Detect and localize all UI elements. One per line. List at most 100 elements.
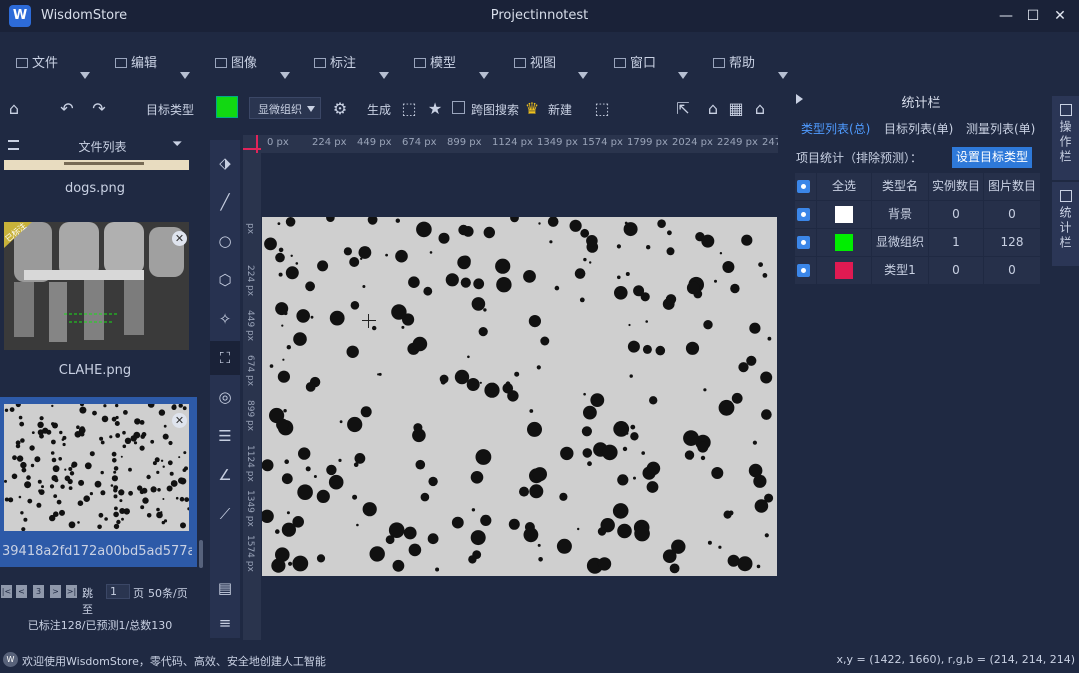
stats-panel: 统计栏 类型列表(总) 目标列表(单) 测量列表(单) 项目统计（排除预测）： … xyxy=(795,86,1047,640)
star-icon[interactable]: ★ xyxy=(425,99,445,119)
title-bar: W WisdomStore Projectinnotest — ☐ ✕ xyxy=(0,0,1079,32)
first-page-button[interactable]: |< xyxy=(1,585,12,598)
line-tool-icon[interactable]: ╱ xyxy=(215,192,235,212)
grid-icon[interactable]: ▦ xyxy=(726,99,746,119)
next-page-button[interactable]: > xyxy=(50,585,61,598)
tab-operations[interactable]: 操作栏 xyxy=(1052,96,1079,180)
last-page-button[interactable]: >| xyxy=(66,585,77,598)
table-row[interactable]: 背景 0 0 xyxy=(795,201,1040,228)
target-type-label: 目标类型 xyxy=(146,103,195,117)
menu-edit[interactable]: 编辑 xyxy=(115,52,157,71)
tab-statistics[interactable]: 统计栏 xyxy=(1052,182,1079,266)
calculator-tool-icon[interactable]: ▤ xyxy=(215,578,235,598)
micrograph-image xyxy=(262,217,777,576)
redo-icon[interactable]: ↷ xyxy=(89,99,109,119)
close-icon[interactable]: ✕ xyxy=(172,231,187,246)
welcome-message: 欢迎使用WisdomStore，零代码、高效、安全地创建人工智能 xyxy=(22,655,326,668)
tab-type-list[interactable]: 类型列表(总) xyxy=(801,120,870,137)
view-icon xyxy=(514,58,526,68)
file-list-scrollbar[interactable] xyxy=(199,540,203,568)
chart-tool-icon[interactable]: ⟋ xyxy=(215,504,235,524)
eye-icon[interactable] xyxy=(797,264,810,277)
home-icon[interactable]: ⌂ xyxy=(4,99,24,119)
minimize-button[interactable]: — xyxy=(996,6,1016,26)
new-label[interactable]: 新建 xyxy=(548,101,572,118)
crosshair-cursor-icon xyxy=(362,314,376,328)
menu-file[interactable]: 文件 xyxy=(16,52,58,71)
tab-measure-list[interactable]: 测量列表(单) xyxy=(966,120,1035,137)
selected-thumbnail[interactable] xyxy=(4,404,189,531)
menu-view-dropdown-icon[interactable] xyxy=(578,72,588,79)
type-select[interactable]: 显微组织 xyxy=(249,97,321,119)
set-target-type-button[interactable]: 设置目标类型 xyxy=(952,147,1032,168)
type-color-swatch[interactable] xyxy=(835,234,853,251)
dogs-thumbnail[interactable] xyxy=(4,160,189,170)
menu-file-dropdown-icon[interactable] xyxy=(80,72,90,79)
close-icon[interactable]: ✕ xyxy=(172,413,187,428)
menu-view[interactable]: 视图 xyxy=(514,52,556,71)
crown-icon[interactable]: ♛ xyxy=(522,99,542,119)
type-color-swatch[interactable] xyxy=(216,96,238,118)
page-number-input[interactable]: 1 xyxy=(106,584,130,599)
page-unit-label: 页 xyxy=(133,587,144,600)
undo-icon[interactable]: ↶ xyxy=(57,99,77,119)
eye-icon[interactable] xyxy=(797,180,810,193)
list-tool-icon[interactable]: ≡ xyxy=(215,613,235,633)
image-canvas[interactable] xyxy=(262,217,777,576)
menu-window[interactable]: 窗口 xyxy=(614,52,656,71)
tag-tool-icon[interactable]: ⬗ xyxy=(215,153,235,173)
ai-detect-tool-icon[interactable]: ◎ xyxy=(215,387,235,407)
file-name-clahe[interactable]: CLAHE.png xyxy=(0,363,190,378)
smart-select-tool-icon[interactable]: ⛶ xyxy=(210,341,240,375)
project-stats-label: 项目统计（排除预测）： xyxy=(796,151,923,165)
eye-icon[interactable] xyxy=(797,208,810,221)
settings-gear-icon[interactable]: ⚙ xyxy=(330,99,350,119)
house-search-icon[interactable]: ⌂ xyxy=(703,99,723,119)
bounding-box-icon[interactable]: ⬚ xyxy=(399,99,419,119)
cross-search-label: 跨图搜索 xyxy=(471,103,520,117)
circle-tool-icon[interactable]: ○ xyxy=(215,231,235,251)
tab-target-list[interactable]: 目标列表(单) xyxy=(884,120,953,137)
filter-icon[interactable]: ⏷ xyxy=(172,137,182,152)
eye-icon[interactable] xyxy=(797,236,810,249)
edit-icon xyxy=(115,58,127,68)
type-color-swatch[interactable] xyxy=(835,262,853,279)
magic-wand-icon[interactable]: ✧ xyxy=(215,309,235,329)
menu-annotate[interactable]: 标注 xyxy=(314,52,356,71)
maximize-button[interactable]: ☐ xyxy=(1023,6,1043,26)
jump-label: 跳至 xyxy=(82,587,93,616)
top-ruler: 0 px 224 px 449 px 674 px 899 px 1124 px… xyxy=(243,135,778,153)
house-settings-icon[interactable]: ⌂ xyxy=(750,99,770,119)
save-icon xyxy=(1059,104,1072,116)
shortcut-icon[interactable]: ⇱ xyxy=(673,99,693,119)
frame-select-icon[interactable]: ⬚ xyxy=(592,99,612,119)
table-row[interactable]: 显微组织 1 128 xyxy=(795,229,1040,256)
menu-help[interactable]: 帮助 xyxy=(713,52,755,71)
prev-page-button[interactable]: < xyxy=(16,585,27,598)
cube-tool-icon[interactable]: ⬡ xyxy=(215,270,235,290)
menu-image-dropdown-icon[interactable] xyxy=(280,72,290,79)
menu-image[interactable]: 图像 xyxy=(215,52,257,71)
cross-search-checkbox[interactable] xyxy=(452,101,465,114)
menu-annotate-dropdown-icon[interactable] xyxy=(379,72,389,79)
ruler-marker-horizontal xyxy=(243,148,261,150)
file-name-dogs[interactable]: dogs.png xyxy=(0,181,190,196)
menu-edit-dropdown-icon[interactable] xyxy=(180,72,190,79)
close-window-button[interactable]: ✕ xyxy=(1050,6,1070,26)
menu-window-dropdown-icon[interactable] xyxy=(678,72,688,79)
ruler-tool-icon[interactable]: ☰ xyxy=(215,426,235,446)
menu-help-dropdown-icon[interactable] xyxy=(778,72,788,79)
clahe-thumbnail[interactable]: 已标注 xyxy=(4,221,189,350)
select-all-header[interactable]: 全选 xyxy=(817,173,872,200)
menu-model[interactable]: 模型 xyxy=(414,52,456,71)
generate-label[interactable]: 生成 xyxy=(367,101,391,118)
angle-tool-icon[interactable]: ∠ xyxy=(215,465,235,485)
page-3-button[interactable]: 3 xyxy=(33,585,44,598)
type-color-swatch[interactable] xyxy=(835,206,853,223)
table-row[interactable]: 类型1 0 0 xyxy=(795,257,1040,284)
menu-model-dropdown-icon[interactable] xyxy=(479,72,489,79)
file-name-selected[interactable]: 39418a2fd172a00bd5ad577ad5 xyxy=(2,544,192,559)
menu-bar: 文件 编辑 图像 标注 模型 视图 窗口 帮助 xyxy=(0,32,795,86)
stats-panel-title: 统计栏 xyxy=(901,96,941,111)
page-size-select[interactable]: 50条/页 xyxy=(148,585,188,601)
